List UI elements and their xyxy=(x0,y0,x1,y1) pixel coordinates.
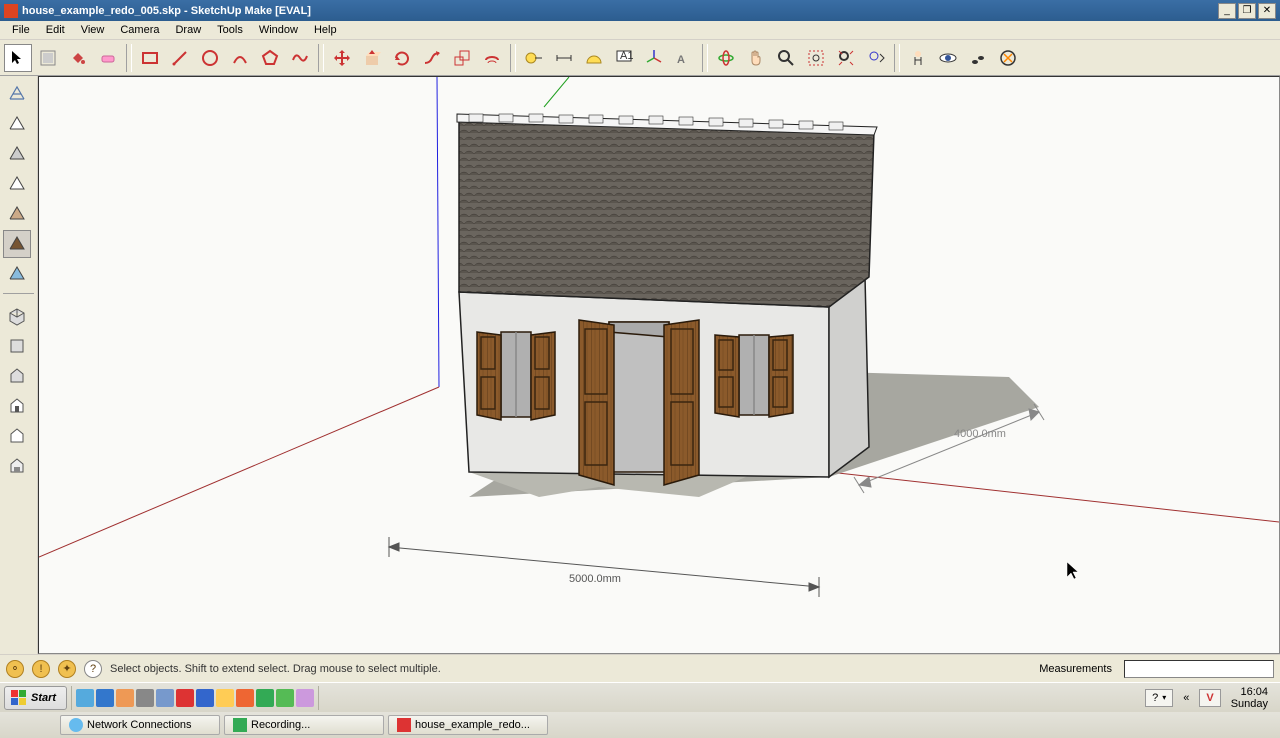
view-back[interactable] xyxy=(3,422,31,450)
ql-gimp-icon[interactable] xyxy=(136,689,154,707)
view-left[interactable] xyxy=(3,452,31,480)
quick-launch xyxy=(71,686,319,710)
ql-app3-icon[interactable] xyxy=(276,689,294,707)
view-iso[interactable] xyxy=(3,302,31,330)
style-shaded-textures[interactable] xyxy=(3,170,31,198)
taskbar-items: Network Connections Recording... house_e… xyxy=(0,712,1280,738)
ql-app1-icon[interactable] xyxy=(156,689,174,707)
task-sketchup[interactable]: house_example_redo... xyxy=(388,715,548,735)
ql-explorer-icon[interactable] xyxy=(116,689,134,707)
svg-text:A1: A1 xyxy=(620,50,633,62)
zoom-extents-tool[interactable] xyxy=(832,44,860,72)
measurements-input[interactable] xyxy=(1124,660,1274,678)
styles-toolbar xyxy=(0,76,38,654)
section-plane-tool[interactable] xyxy=(994,44,1022,72)
menubar: File Edit View Camera Draw Tools Window … xyxy=(0,21,1280,40)
protractor-tool[interactable] xyxy=(580,44,608,72)
polygon-tool[interactable] xyxy=(256,44,284,72)
main-toolbar: A1 A xyxy=(0,40,1280,76)
walk-tool[interactable] xyxy=(964,44,992,72)
view-right[interactable] xyxy=(3,392,31,420)
circle-tool[interactable] xyxy=(196,44,224,72)
arc-tool[interactable] xyxy=(226,44,254,72)
menu-help[interactable]: Help xyxy=(306,22,345,38)
help-icon-1[interactable]: ! xyxy=(32,660,50,678)
dimension-width: 5000.0mm xyxy=(569,573,621,585)
maximize-button[interactable]: ❐ xyxy=(1238,3,1256,19)
3d-viewport[interactable]: 5000.0mm 4000.0mm xyxy=(38,76,1280,654)
measurements-label: Measurements xyxy=(1039,663,1112,675)
followme-tool[interactable] xyxy=(418,44,446,72)
dimension-tool[interactable] xyxy=(550,44,578,72)
rotate-tool[interactable] xyxy=(388,44,416,72)
task-network[interactable]: Network Connections xyxy=(60,715,220,735)
offset-tool[interactable] xyxy=(478,44,506,72)
close-button[interactable]: ✕ xyxy=(1258,3,1276,19)
make-component-tool[interactable] xyxy=(34,44,62,72)
style-monochrome[interactable] xyxy=(3,200,31,228)
window-title: house_example_redo_005.skp - SketchUp Ma… xyxy=(22,5,1218,17)
menu-window[interactable]: Window xyxy=(251,22,306,38)
style-textured[interactable] xyxy=(3,230,31,258)
orbit-tool[interactable] xyxy=(712,44,740,72)
move-tool[interactable] xyxy=(328,44,356,72)
ql-notes-icon[interactable] xyxy=(216,689,234,707)
position-camera-tool[interactable] xyxy=(904,44,932,72)
menu-edit[interactable]: Edit xyxy=(38,22,73,38)
look-around-tool[interactable] xyxy=(934,44,962,72)
titlebar: house_example_redo_005.skp - SketchUp Ma… xyxy=(0,0,1280,21)
menu-draw[interactable]: Draw xyxy=(167,22,209,38)
pan-tool[interactable] xyxy=(742,44,770,72)
paint-bucket-tool[interactable] xyxy=(64,44,92,72)
eraser-tool[interactable] xyxy=(94,44,122,72)
tray-help[interactable]: ?▾ xyxy=(1145,689,1173,707)
dimension-depth: 4000.0mm xyxy=(954,428,1006,440)
task-recording[interactable]: Recording... xyxy=(224,715,384,735)
ql-save-icon[interactable] xyxy=(196,689,214,707)
style-hidden-line[interactable] xyxy=(3,110,31,138)
help-icon-3[interactable]: ? xyxy=(84,660,102,678)
zoom-window-tool[interactable] xyxy=(802,44,830,72)
tray-clock[interactable]: 16:04 Sunday xyxy=(1231,686,1268,710)
style-xray[interactable] xyxy=(3,260,31,288)
svg-text:A: A xyxy=(677,54,685,66)
text-tool[interactable]: A1 xyxy=(610,44,638,72)
zoom-tool[interactable] xyxy=(772,44,800,72)
help-icon-2[interactable]: ✦ xyxy=(58,660,76,678)
ql-app2-icon[interactable] xyxy=(256,689,274,707)
style-wireframe[interactable] xyxy=(3,80,31,108)
menu-camera[interactable]: Camera xyxy=(112,22,167,38)
status-bar: ⚬ ! ✦ ? Select objects. Shift to extend … xyxy=(0,654,1280,682)
status-hint: Select objects. Shift to extend select. … xyxy=(110,663,1031,675)
ql-firefox-icon[interactable] xyxy=(236,689,254,707)
pushpull-tool[interactable] xyxy=(358,44,386,72)
ql-desktop-icon[interactable] xyxy=(76,689,94,707)
freehand-tool[interactable] xyxy=(286,44,314,72)
menu-tools[interactable]: Tools xyxy=(209,22,251,38)
app-icon xyxy=(4,4,18,18)
info-icon[interactable]: ⚬ xyxy=(6,660,24,678)
ql-app4-icon[interactable] xyxy=(296,689,314,707)
menu-view[interactable]: View xyxy=(73,22,113,38)
ql-sketchup-icon[interactable] xyxy=(176,689,194,707)
system-tray: ?▾ « V 16:04 Sunday xyxy=(1137,686,1276,710)
view-top[interactable] xyxy=(3,332,31,360)
tray-v-icon[interactable]: V xyxy=(1199,689,1220,707)
start-button[interactable]: Start xyxy=(4,686,67,710)
axes-tool[interactable] xyxy=(640,44,668,72)
style-shaded[interactable] xyxy=(3,140,31,168)
line-tool[interactable] xyxy=(166,44,194,72)
menu-file[interactable]: File xyxy=(4,22,38,38)
view-front[interactable] xyxy=(3,362,31,390)
minimize-button[interactable]: _ xyxy=(1218,3,1236,19)
tray-expand[interactable]: « xyxy=(1183,692,1189,704)
previous-view-tool[interactable] xyxy=(862,44,890,72)
rectangle-tool[interactable] xyxy=(136,44,164,72)
3dtext-tool[interactable]: A xyxy=(670,44,698,72)
tapemeasure-tool[interactable] xyxy=(520,44,548,72)
ql-ie-icon[interactable] xyxy=(96,689,114,707)
taskbar: Start ?▾ « V 16:04 Sunday xyxy=(0,682,1280,712)
select-tool[interactable] xyxy=(4,44,32,72)
scale-tool[interactable] xyxy=(448,44,476,72)
